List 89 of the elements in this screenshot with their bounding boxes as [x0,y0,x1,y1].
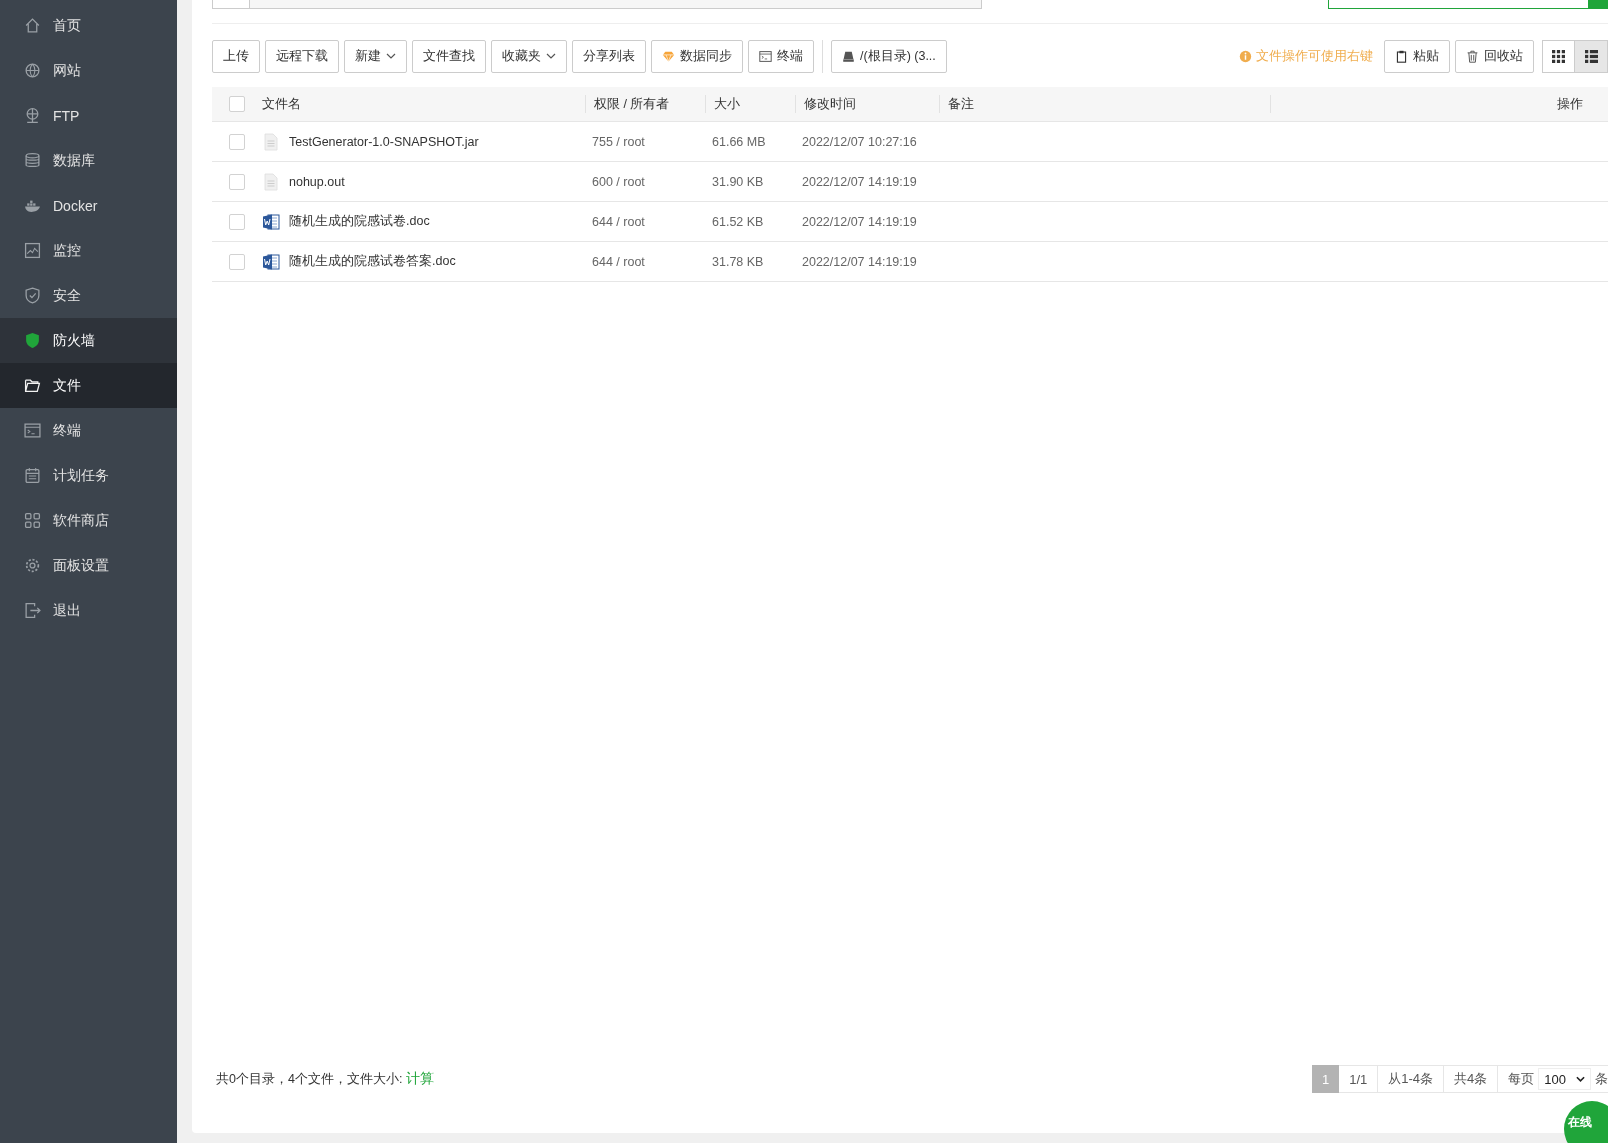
column-header: 备注 [939,95,1270,113]
column-header: 操作 [1270,95,1608,113]
chart-icon [24,242,41,259]
file-icon [262,172,280,191]
select-all-checkbox[interactable] [229,96,245,112]
caret-icon [546,53,556,59]
sidebar-item[interactable]: 首页 [0,3,177,48]
word-document-icon [262,252,280,271]
terminal-icon [24,422,41,439]
terminal-icon [759,49,772,63]
toolbar-button[interactable]: /(根目录) (3... [831,39,947,73]
table-cell-text: 600 / root [591,174,646,189]
sidebar-item[interactable]: 监控 [0,228,177,273]
toolbar-button[interactable]: 分享列表 [572,39,646,73]
table-cell-text: 644 / root [591,254,646,269]
sidebar-item[interactable]: 防火墙 [0,318,177,363]
list-icon [1584,49,1598,63]
per-page-select[interactable]: 100 [1538,1068,1591,1090]
home-icon [24,17,41,34]
summary-text: 共0个目录，4个文件，文件大小: 计算 [215,1070,434,1088]
toolbar-button[interactable]: 文件查找 [412,39,486,73]
word-document-icon [262,212,280,231]
database-icon [24,152,41,169]
settings-icon [24,557,41,574]
pagination-item[interactable]: 1/1 [1339,1065,1379,1093]
sidebar-item[interactable]: 安全 [0,273,177,318]
table-cell-text: 755 / root [591,134,646,149]
toolbar-button[interactable]: 粘贴 [1384,39,1450,73]
sidebar-item[interactable]: Docker [0,183,177,228]
shield-icon [24,332,41,349]
trash-icon [1466,49,1479,63]
file-name[interactable]: 随机生成的院感试卷答案.doc [289,253,456,270]
pagination-item[interactable]: 共4条 [1444,1065,1499,1093]
info-icon [1239,49,1252,63]
column-header: 修改时间 [795,95,939,113]
table-cell-text: 31.78 KB [711,254,765,269]
table-cell-text: 2022/12/07 14:19:19 [801,174,918,189]
file-name[interactable]: 随机生成的院感试卷.doc [289,213,430,230]
sidebar-item[interactable]: 面板设置 [0,543,177,588]
toolbar-button[interactable]: 新建 [344,39,407,73]
sidebar-item[interactable]: 计划任务 [0,453,177,498]
shield-icon [24,287,41,304]
sidebar-item[interactable]: 终端 [0,408,177,453]
sidebar-item[interactable]: FTP [0,93,177,138]
folder-icon [24,377,41,394]
toolbar-button[interactable]: 上传 [212,39,260,73]
column-header: 权限 / 所有者 [585,95,705,113]
per-page-label: 每页 [1508,1070,1535,1088]
row-checkbox[interactable] [229,133,245,150]
table-cell-text: 61.66 MB [711,134,767,149]
table-cell-text: 2022/12/07 14:19:19 [801,254,918,269]
row-checkbox[interactable] [229,213,245,230]
pagination-item[interactable]: 从1-4条 [1378,1065,1445,1093]
row-checkbox[interactable] [229,253,245,270]
toolbar-button[interactable]: 回收站 [1455,39,1534,73]
view-toggle[interactable] [1575,39,1608,73]
column-header: 文件名 [262,96,302,113]
column-header: 大小 [705,95,795,113]
table-cell-text: 61.52 KB [711,214,765,229]
grid-icon [24,512,41,529]
sidebar-item[interactable]: 文件 [0,363,177,408]
table-cell-text: 2022/12/07 10:27:16 [801,134,918,149]
caret-icon [386,53,396,59]
globe-icon [24,62,41,79]
toolbar-button[interactable]: 收藏夹 [491,39,567,73]
toolbar-button[interactable]: 数据同步 [651,39,743,73]
toolbar-button[interactable]: 终端 [748,39,814,73]
sidebar-item[interactable]: 软件商店 [0,498,177,543]
row-checkbox[interactable] [229,173,245,190]
table-cell-text: 2022/12/07 14:19:19 [801,214,918,229]
exit-icon [24,602,41,619]
sidebar-item[interactable]: 数据库 [0,138,177,183]
gem-icon [662,49,675,63]
per-page-unit: 条 [1595,1070,1608,1088]
globe-stand-icon [24,107,41,124]
table-cell-text: 31.90 KB [711,174,765,189]
clipboard-icon [1395,49,1408,63]
sidebar-item[interactable]: 网站 [0,48,177,93]
file-icon [262,132,280,151]
table-cell-text: 644 / root [591,214,646,229]
drive-icon [842,49,855,63]
file-name[interactable]: TestGenerator-1.0-SNAPSHOT.jar [289,134,479,149]
view-toggle[interactable] [1542,39,1575,73]
hint-text: 文件操作可使用右键 [1239,47,1373,65]
calendar-icon [24,467,41,484]
caret-icon [1576,1076,1585,1082]
grid-icon [1552,49,1565,63]
file-name[interactable]: nohup.out [289,174,345,189]
toolbar-button[interactable]: 远程下载 [265,39,339,73]
